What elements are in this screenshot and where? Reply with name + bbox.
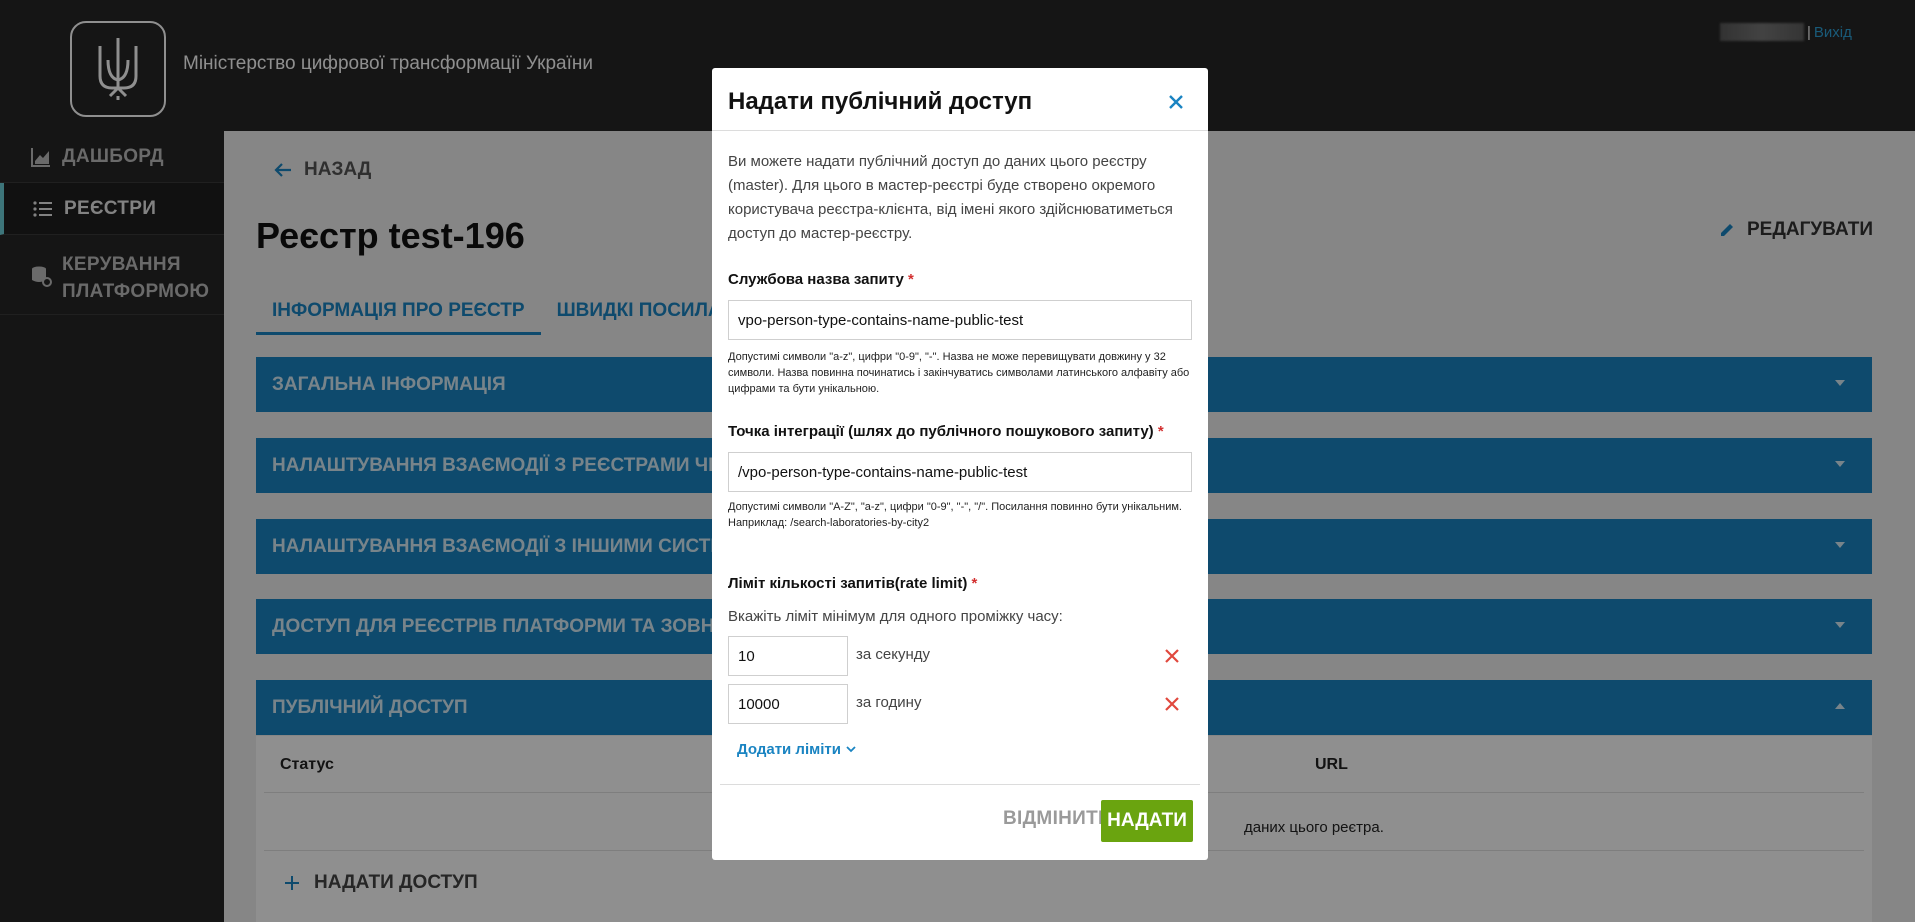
integration-point-input[interactable]: /vpo-person-type-contains-name-public-te… <box>728 452 1192 492</box>
service-name-label: Службова назва запиту * <box>728 271 914 288</box>
rate-limit-subtitle: Вкажіть ліміт мінімум для одного проміжк… <box>728 608 1063 625</box>
cancel-button[interactable]: ВІДМІНИТИ <box>1003 808 1112 830</box>
dialog-description: Ви можете надати публічний доступ до дан… <box>728 153 1173 242</box>
delete-limit-icon[interactable] <box>1164 696 1180 712</box>
limit-value-input[interactable]: 10 <box>728 636 848 676</box>
limit-unit: за секунду <box>856 646 930 663</box>
limit-unit: за годину <box>856 694 922 711</box>
delete-limit-icon[interactable] <box>1164 648 1180 664</box>
integration-point-label: Точка інтеграції (шлях до публічного пош… <box>728 423 1164 440</box>
integration-point-hint: Допустимі символи "A-Z", "a-z", цифри "0… <box>728 501 1182 529</box>
rate-limit-label: Ліміт кількості запитів(rate limit) * <box>728 575 978 592</box>
limit-value-input[interactable]: 10000 <box>728 684 848 724</box>
close-icon[interactable] <box>1168 94 1184 110</box>
submit-button[interactable]: НАДАТИ <box>1101 800 1193 842</box>
chevron-down-icon <box>846 746 856 753</box>
service-name-input[interactable]: vpo-person-type-contains-name-public-tes… <box>728 300 1192 340</box>
add-limits-button[interactable]: Додати ліміти <box>737 741 856 758</box>
dialog-title: Надати публічний доступ <box>728 88 1033 115</box>
grant-public-access-dialog: Надати публічний доступ Ви можете надати… <box>712 68 1208 860</box>
service-name-hint: Допустимі символи "a-z", цифри "0-9", "-… <box>728 351 1190 395</box>
